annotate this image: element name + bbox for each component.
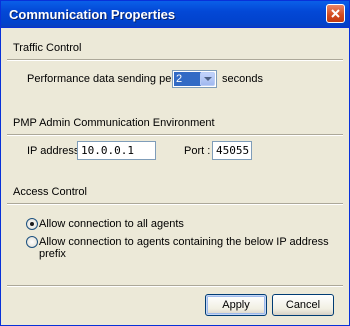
sending-period-unit: seconds [222, 73, 263, 85]
communication-properties-dialog: Communication Properties Traffic Control… [0, 0, 350, 326]
ip-address-label: IP address: [27, 145, 83, 157]
cancel-button[interactable]: Cancel [272, 294, 334, 316]
traffic-control-separator [7, 59, 343, 61]
allow-all-agents-label[interactable]: Allow connection to all agents [39, 218, 184, 230]
port-label: Port : [184, 145, 211, 157]
pmp-environment-heading: PMP Admin Communication Environment [13, 117, 215, 129]
ip-address-input[interactable]: 10.0.0.1 [77, 141, 156, 160]
close-icon [331, 9, 340, 18]
apply-button[interactable]: Apply [205, 294, 267, 316]
allow-prefix-agents-label[interactable]: Allow connection to agents containing th… [39, 236, 349, 260]
traffic-control-heading: Traffic Control [13, 42, 82, 54]
sending-period-value: 2 [174, 72, 201, 86]
chevron-down-icon [204, 77, 212, 81]
window-title: Communication Properties [9, 7, 176, 22]
buttons-separator [7, 285, 343, 287]
port-input[interactable]: 45055 [212, 141, 252, 160]
allow-prefix-agents-radio[interactable] [26, 236, 38, 248]
access-control-separator [7, 203, 343, 205]
pmp-environment-separator [7, 134, 343, 136]
close-button[interactable] [326, 4, 345, 23]
dropdown-button[interactable] [200, 72, 215, 86]
sending-period-select[interactable]: 2 [172, 70, 217, 88]
access-control-heading: Access Control [13, 186, 87, 198]
sending-period-label: Performance data sending period: [27, 73, 193, 85]
allow-all-agents-radio[interactable] [26, 218, 38, 230]
title-bar[interactable]: Communication Properties [1, 1, 349, 28]
